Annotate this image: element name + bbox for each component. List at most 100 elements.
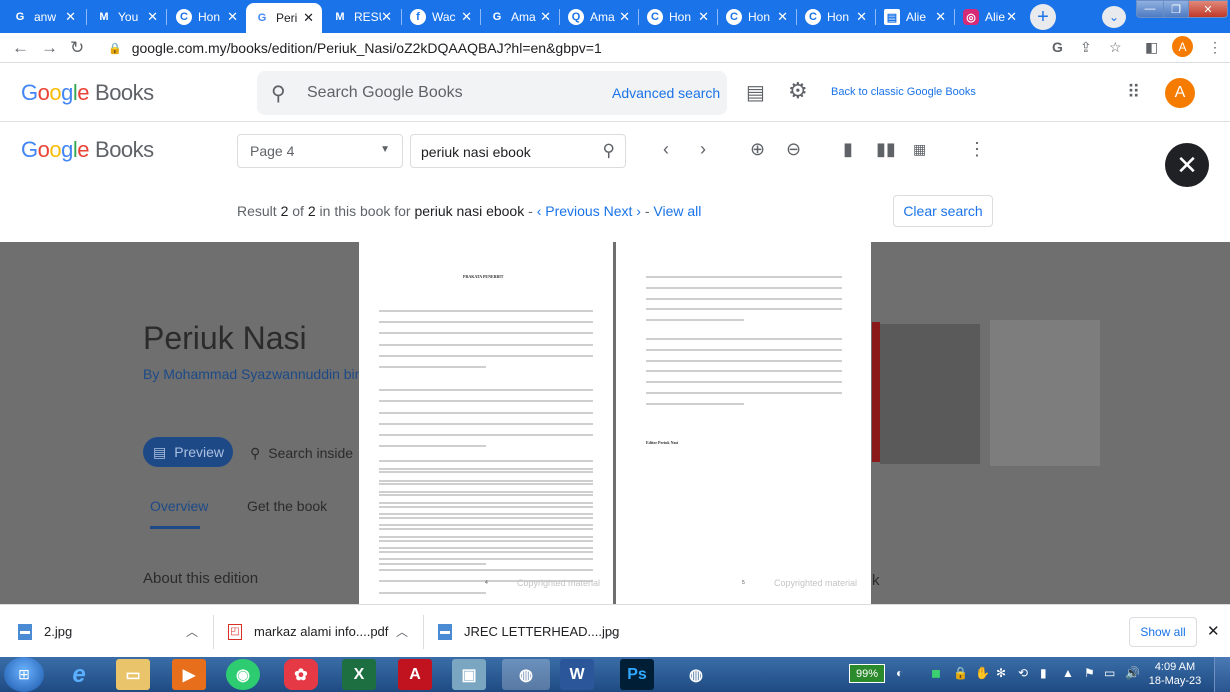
side-panel-icon[interactable]: ◧ <box>1145 39 1158 56</box>
excel-icon[interactable]: X <box>342 659 376 690</box>
tab-10[interactable]: C Hon ✕ <box>797 3 875 31</box>
more-options-icon[interactable]: ⋮ <box>968 139 986 160</box>
tab-7[interactable]: Q Ama ✕ <box>560 3 638 31</box>
google-books-logo[interactable]: Google Books <box>21 137 154 163</box>
account-avatar[interactable]: A <box>1165 78 1195 108</box>
grid-view-icon[interactable]: ▦ <box>913 141 926 158</box>
lock-tray-icon[interactable]: 🔒 <box>953 666 968 680</box>
classic-books-link[interactable]: Back to classic Google Books <box>831 86 976 98</box>
close-tab-icon[interactable]: ✕ <box>777 9 788 25</box>
download-item[interactable]: ▬ JREC LETTERHEAD....jpg ︿ <box>438 605 633 658</box>
tab-8[interactable]: C Hon ✕ <box>639 3 717 31</box>
power-icon[interactable]: ◐ <box>896 666 903 680</box>
start-button[interactable]: ⊞ <box>4 657 44 692</box>
previous-page-icon[interactable]: ‹ <box>663 139 669 160</box>
touch-icon[interactable]: ✋ <box>975 666 990 680</box>
close-tab-icon[interactable]: ✕ <box>227 9 238 25</box>
photoshop-icon[interactable]: Ps <box>620 659 654 690</box>
bookmark-star-icon[interactable]: ☆ <box>1109 39 1122 56</box>
share-icon[interactable]: ⇪ <box>1080 39 1092 56</box>
close-tab-icon[interactable]: ✕ <box>1006 9 1017 25</box>
single-page-view-icon[interactable]: ▮ <box>843 139 853 160</box>
browser-menu-icon[interactable]: ⋮ <box>1208 39 1222 56</box>
address-bar[interactable]: 🔒 google.com.my/books/edition/Periuk_Nas… <box>100 35 1160 61</box>
tab-4[interactable]: M RESU✕ <box>324 3 400 31</box>
word-icon[interactable]: W <box>560 659 594 690</box>
close-downloads-icon[interactable]: ✕ <box>1207 622 1220 640</box>
book-page-left[interactable]: PRAKATA PENERBIT 4 Copyrighted material <box>359 242 613 604</box>
tab-2[interactable]: C Hon ✕ <box>168 3 246 31</box>
app-icon[interactable]: ✿ <box>284 659 318 690</box>
search-icon[interactable]: ⚲ <box>603 141 615 161</box>
battery-indicator[interactable]: 99% <box>849 664 885 683</box>
download-item[interactable]: ▬ 2.jpg ︿ <box>18 605 213 658</box>
close-tab-icon[interactable]: ✕ <box>698 9 709 25</box>
back-arrow-icon[interactable]: ← <box>12 38 29 58</box>
google-books-logo[interactable]: Google Books <box>21 80 154 106</box>
flag-icon[interactable]: ⚑ <box>1084 666 1095 680</box>
tab-5[interactable]: f Wac ✕ <box>402 3 480 31</box>
close-tab-icon[interactable]: ✕ <box>619 9 630 25</box>
system-clock[interactable]: 4:09 AM 18-May-23 <box>1148 660 1202 688</box>
search-inside-button[interactable]: ⚲ Search inside <box>250 445 353 462</box>
advanced-search-link[interactable]: Advanced search <box>612 85 720 101</box>
tab-0[interactable]: Ganw ✕ <box>4 3 84 31</box>
close-tab-icon[interactable]: ✕ <box>381 9 392 25</box>
page-select[interactable]: Page 4 ▼ <box>237 134 403 168</box>
minimize-button[interactable]: — <box>1136 0 1164 18</box>
photos-icon[interactable]: ▣ <box>452 659 486 690</box>
close-viewer-button[interactable]: ✕ <box>1165 143 1209 187</box>
close-tab-icon[interactable]: ✕ <box>147 9 158 25</box>
reload-icon[interactable]: ↻ <box>70 38 84 58</box>
forward-arrow-icon[interactable]: → <box>41 38 58 58</box>
next-result-link[interactable]: Next › <box>604 203 641 219</box>
display-icon[interactable]: ▭ <box>1104 666 1115 680</box>
browser-icon[interactable]: ◉ <box>226 659 260 690</box>
chevron-up-icon[interactable]: ︿ <box>396 623 408 640</box>
close-tab-icon[interactable]: ✕ <box>461 9 472 25</box>
library-icon[interactable]: ▤ <box>746 80 765 105</box>
previous-result-link[interactable]: ‹ Previous <box>537 203 600 219</box>
book-author[interactable]: By Mohammad Syazwannuddin bin <box>143 366 362 382</box>
gear-icon[interactable]: ⚙ <box>788 78 808 104</box>
chevron-up-icon[interactable]: ︿ <box>186 623 198 640</box>
show-desktop-button[interactable] <box>1214 657 1230 692</box>
tab-9[interactable]: C Hon ✕ <box>718 3 796 31</box>
tab-11[interactable]: ▤ Alie ✕ <box>876 3 954 31</box>
alert-icon[interactable]: ▲ <box>1062 666 1074 680</box>
tab-1[interactable]: M You ✕ <box>88 3 166 31</box>
next-page-icon[interactable]: › <box>700 139 706 160</box>
close-tab-icon[interactable]: ✕ <box>540 9 551 25</box>
close-tab-icon[interactable]: ✕ <box>65 9 76 25</box>
tab-3-active[interactable]: G Peri ✕ <box>246 3 322 33</box>
zoom-out-icon[interactable]: ⊖ <box>786 139 801 160</box>
preview-button[interactable]: ▤ Preview <box>143 437 233 467</box>
apps-grid-icon[interactable]: ⠿ <box>1127 82 1140 103</box>
media-player-icon[interactable]: ▶ <box>172 659 206 690</box>
clear-search-button[interactable]: Clear search <box>893 195 993 227</box>
google-lens-icon[interactable]: G <box>1052 39 1063 55</box>
thumbnail-page[interactable] <box>880 324 980 464</box>
close-window-button[interactable]: ✕ <box>1188 0 1228 18</box>
volume-icon[interactable]: 🔊 <box>1125 666 1140 680</box>
maximize-button[interactable]: ❐ <box>1163 0 1189 18</box>
tab-12[interactable]: ◎ Alie ✕ <box>955 3 1025 31</box>
profile-avatar[interactable]: A <box>1172 36 1193 57</box>
view-all-link[interactable]: View all <box>653 203 701 219</box>
two-page-view-icon[interactable]: ▮▮ <box>876 139 896 160</box>
new-tab-button[interactable]: + <box>1030 4 1056 30</box>
network-icon[interactable]: ✻ <box>996 666 1006 680</box>
tab-get-the-book[interactable]: Get the book <box>247 498 327 514</box>
close-tab-icon[interactable]: ✕ <box>856 9 867 25</box>
thumbnail-page[interactable] <box>990 320 1100 466</box>
tab-overview[interactable]: Overview <box>150 498 208 514</box>
ie-icon[interactable]: e <box>58 659 100 690</box>
acrobat-icon[interactable]: A <box>398 659 432 690</box>
chevron-up-icon[interactable]: ︿ <box>606 623 618 640</box>
chrome-profile-icon[interactable]: ◍ <box>676 659 716 690</box>
explorer-icon[interactable]: ▭ <box>116 659 150 690</box>
close-tab-icon[interactable]: ✕ <box>935 9 946 25</box>
tab-search-chevron-icon[interactable]: ⌄ <box>1102 6 1126 28</box>
app-tray-icon[interactable]: ◼ <box>931 666 941 680</box>
sync-icon[interactable]: ⟲ <box>1018 666 1028 680</box>
